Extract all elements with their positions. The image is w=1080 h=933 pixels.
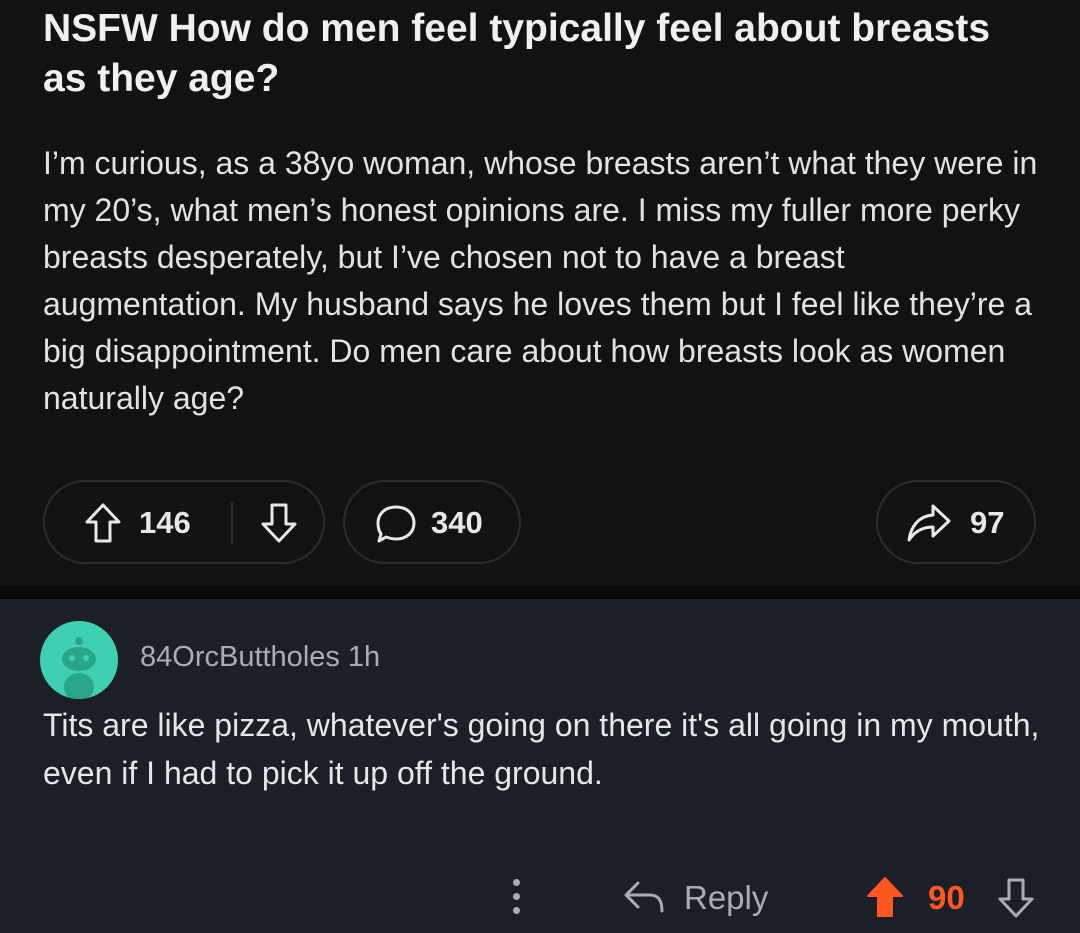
more-options-icon[interactable] <box>506 873 526 919</box>
post-body: I’m curious, as a 38yo woman, whose brea… <box>43 145 1038 416</box>
reply-label: Reply <box>684 879 769 916</box>
post-vote-bar: 146 <box>43 480 325 564</box>
downvote-icon[interactable] <box>259 502 299 544</box>
comment-card: 84OrcButtholes 1h Tits are like pizza, wh… <box>0 599 1080 933</box>
share-arrow-icon <box>907 504 951 542</box>
post-title[interactable]: NSFW How do men feel typically feel abou… <box>43 4 1033 104</box>
avatar[interactable] <box>40 621 118 699</box>
comment-score: 90 <box>928 879 965 916</box>
section-divider <box>0 585 1080 599</box>
reply-button[interactable]: Reply <box>622 873 792 921</box>
snoo-avatar-icon <box>62 637 96 699</box>
comment-timestamp: 1h <box>347 641 381 673</box>
comment-count: 340 <box>431 505 483 540</box>
comments-button[interactable]: 340 <box>343 480 521 564</box>
post-card: NSFW How do men feel typically feel abou… <box>0 0 1080 585</box>
share-button[interactable]: 97 <box>876 480 1036 564</box>
post-upvote-count: 146 <box>139 505 191 540</box>
comment-username[interactable]: 84OrcButtholes <box>140 641 340 673</box>
downvote-icon[interactable] <box>996 877 1036 919</box>
vote-divider <box>231 502 233 544</box>
comment-actions: Reply 90 <box>0 861 1080 933</box>
comment-meta: 84OrcButtholes 1h <box>140 639 380 675</box>
upvote-icon[interactable] <box>83 502 123 544</box>
comment-bubble-icon <box>376 505 416 543</box>
comment-text: Tits are like pizza, whatever's going on… <box>43 707 1040 791</box>
share-count: 97 <box>970 505 1005 540</box>
upvote-active-icon[interactable] <box>864 875 906 919</box>
reply-arrow-icon <box>624 881 664 913</box>
